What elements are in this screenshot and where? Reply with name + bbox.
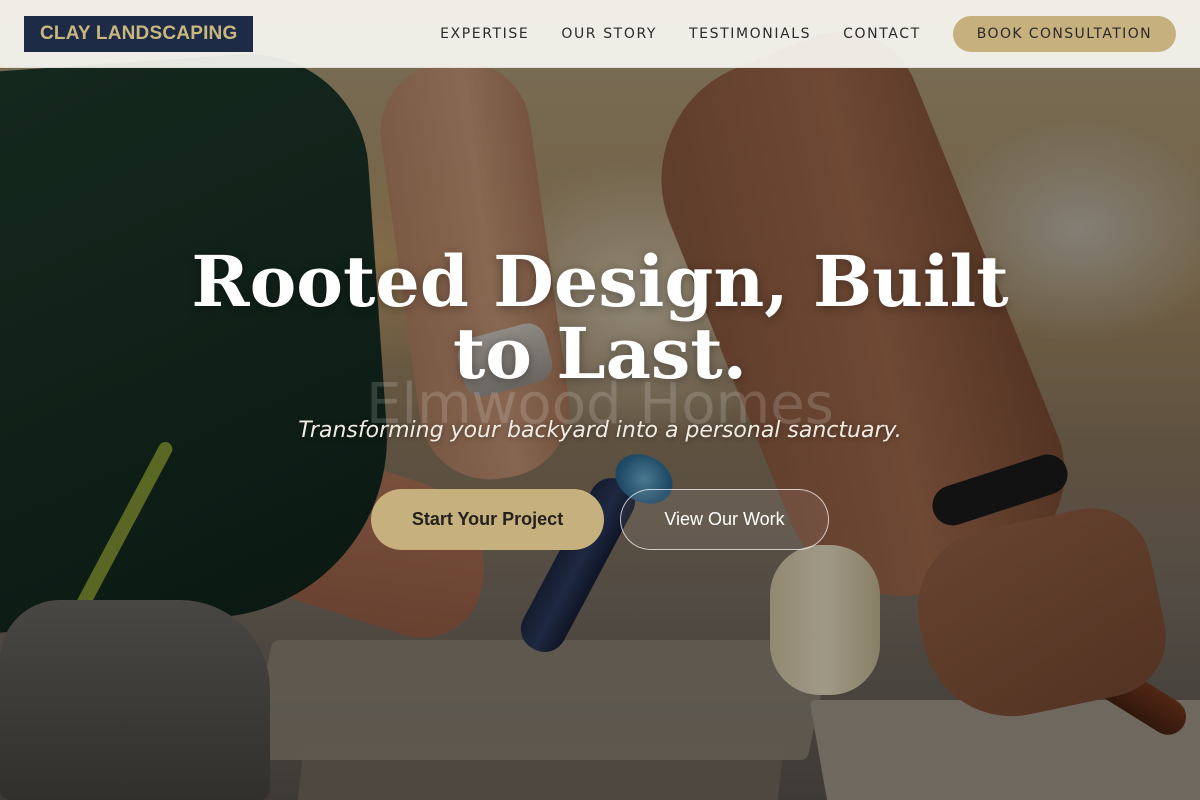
site-header: CLAY LANDSCAPING EXPERTISE OUR STORY TES… — [0, 0, 1200, 68]
view-work-button[interactable]: View Our Work — [620, 489, 829, 550]
nav-link-testimonials[interactable]: TESTIMONIALS — [689, 26, 811, 42]
nav-link-contact[interactable]: CONTACT — [843, 26, 921, 42]
nav-link-our-story[interactable]: OUR STORY — [561, 26, 657, 42]
main-nav: EXPERTISE OUR STORY TESTIMONIALS CONTACT… — [408, 15, 1176, 52]
hero-subheadline: Transforming your backyard into a person… — [298, 418, 902, 443]
brand-logo[interactable]: CLAY LANDSCAPING — [24, 15, 254, 52]
start-project-button[interactable]: Start Your Project — [371, 489, 604, 550]
hero-headline: Rooted Design, Built to Last. — [191, 240, 1009, 395]
book-consultation-button[interactable]: BOOK CONSULTATION — [952, 15, 1176, 52]
nav-link-expertise[interactable]: EXPERTISE — [440, 26, 529, 42]
